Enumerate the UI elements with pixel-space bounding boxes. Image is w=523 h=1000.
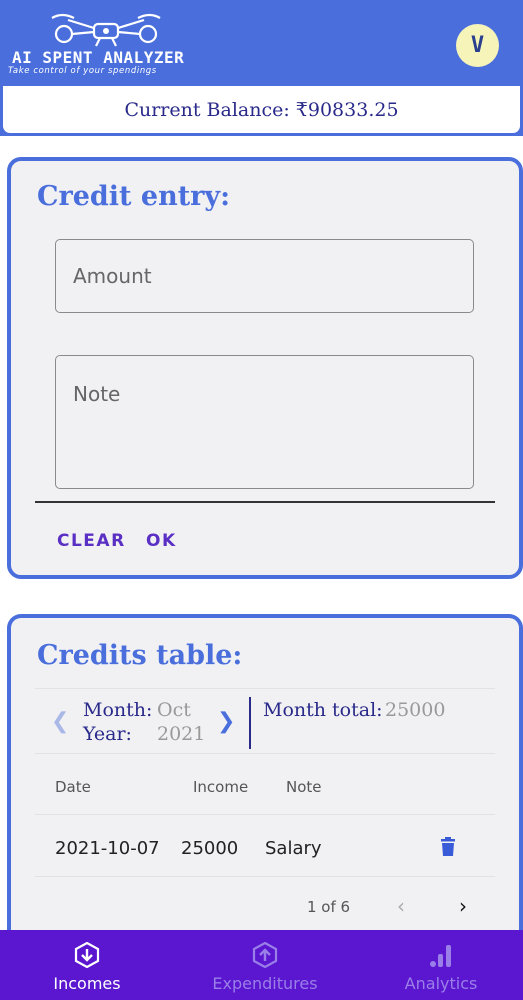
column-header-date[interactable]: Date — [55, 778, 91, 796]
delete-icon[interactable] — [439, 837, 457, 857]
row-date: 2021-10-07 — [55, 838, 160, 859]
tab-analytics[interactable]: Analytics — [354, 930, 523, 1000]
tab-expenditures[interactable]: Expenditures — [178, 930, 352, 1000]
analytics-icon — [430, 945, 451, 967]
pagination-info: 1 of 6 — [307, 898, 351, 916]
amount-input[interactable]: Amount — [55, 239, 474, 313]
column-header-income[interactable]: Income — [193, 778, 248, 796]
tab-incomes[interactable]: Incomes — [0, 930, 174, 1000]
app-header: AI SPENT ANALYZER Take control of your s… — [0, 0, 523, 88]
logo-title: AI SPENT ANALYZER — [12, 48, 185, 67]
month-total-label: Month total: — [263, 699, 383, 721]
bottom-navigation: Incomes Expenditures Analytics — [0, 930, 523, 1000]
tab-analytics-label: Analytics — [404, 974, 478, 993]
app-logo: AI SPENT ANALYZER Take control of your s… — [8, 10, 218, 76]
current-balance: Current Balance: ₹90833.25 — [0, 86, 523, 136]
next-page-icon[interactable]: › — [459, 894, 467, 918]
credits-table-title: Credits table: — [37, 640, 243, 671]
expenditures-icon — [252, 942, 278, 968]
credit-entry-title: Credit entry: — [37, 181, 231, 212]
month-value: Oct — [157, 699, 191, 721]
ok-button[interactable]: OK — [146, 531, 177, 551]
drone-logo-icon — [51, 13, 161, 47]
column-header-note[interactable]: Note — [286, 778, 322, 796]
credit-entry-card: Credit entry: Amount Note CLEAR OK — [7, 157, 523, 579]
clear-button[interactable]: CLEAR — [57, 531, 126, 551]
year-label: Year: — [83, 723, 132, 745]
month-navigator: ❮ Month: Oct Year: 2021 ❯ Month total: 2… — [35, 688, 495, 754]
row-income: 25000 — [181, 838, 239, 859]
tab-expenditures-label: Expenditures — [212, 974, 318, 993]
nav-separator — [249, 697, 251, 749]
tab-incomes-label: Incomes — [53, 974, 121, 993]
row-note: Salary — [265, 838, 322, 859]
logo-tagline: Take control of your spendings — [8, 66, 157, 76]
credits-table-card: Credits table: ❮ Month: Oct Year: 2021 ❯… — [7, 614, 523, 944]
prev-page-icon[interactable]: ‹ — [397, 894, 405, 918]
header-divider — [35, 814, 495, 815]
form-divider — [35, 501, 495, 503]
chevron-left-icon[interactable]: ❮ — [51, 709, 69, 734]
month-total-value: 25000 — [385, 699, 446, 721]
chevron-right-icon[interactable]: ❯ — [217, 709, 235, 734]
year-value: 2021 — [157, 723, 206, 745]
user-avatar[interactable]: V — [456, 24, 499, 67]
month-label: Month: — [83, 699, 153, 721]
row-divider — [35, 876, 495, 877]
incomes-icon — [74, 942, 100, 968]
note-input[interactable]: Note — [55, 355, 474, 489]
